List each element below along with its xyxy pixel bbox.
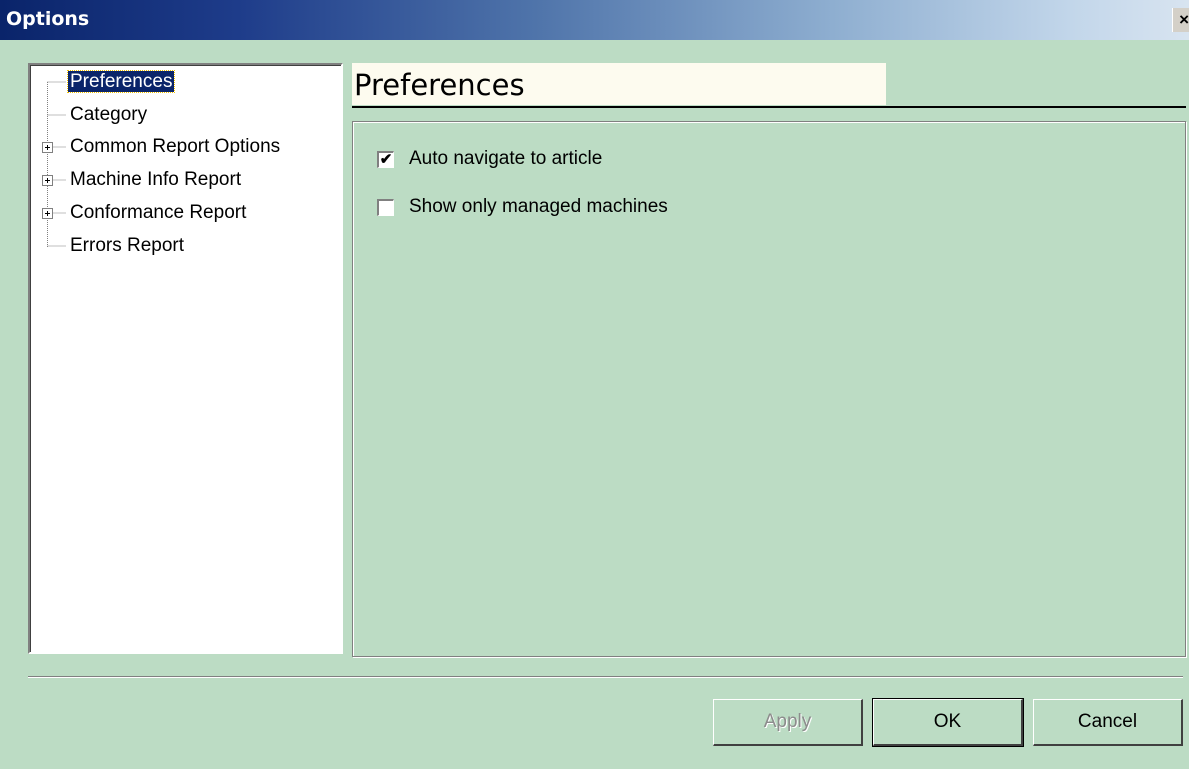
tree-item-label: Category <box>70 104 148 125</box>
title-bar[interactable]: Options × <box>0 0 1189 40</box>
tree-connector-lines <box>47 81 66 248</box>
expand-plus-icon[interactable] <box>42 175 53 186</box>
tree-item-label: Common Report Options <box>70 136 281 157</box>
tree-item-label: Conformance Report <box>70 202 247 223</box>
tree-item-conformance-report[interactable]: Conformance Report <box>70 201 246 225</box>
options-tree[interactable]: Preferences Category Common Report Optio… <box>28 63 343 654</box>
preferences-panel: ✔ Auto navigate to article Show only man… <box>352 121 1186 657</box>
tree-item-label: Preferences <box>66 70 176 93</box>
ok-button[interactable]: OK <box>872 698 1024 747</box>
options-dialog: Options × Preferences Category Common Re… <box>0 0 1189 769</box>
auto-navigate-checkbox[interactable]: ✔ <box>377 150 394 168</box>
header-divider <box>352 106 1186 108</box>
apply-button[interactable]: Apply <box>713 699 863 746</box>
close-icon: × <box>1179 10 1189 29</box>
window-title: Options <box>6 8 90 30</box>
panel-title: Preferences <box>354 68 525 102</box>
managed-machines-option[interactable]: Show only managed machines <box>377 196 668 218</box>
close-button[interactable]: × <box>1172 8 1189 32</box>
checkmark-icon: ✔ <box>379 151 393 168</box>
tree-item-preferences[interactable]: Preferences <box>66 70 176 94</box>
auto-navigate-option[interactable]: ✔ Auto navigate to article <box>377 148 602 170</box>
tree-item-common-report-options[interactable]: Common Report Options <box>70 135 280 159</box>
managed-machines-checkbox[interactable] <box>377 198 394 216</box>
tree-item-label: Machine Info Report <box>70 169 242 190</box>
tree-item-category[interactable]: Category <box>70 103 147 127</box>
tree-item-machine-info-report[interactable]: Machine Info Report <box>70 168 241 192</box>
tree-item-label: Errors Report <box>70 235 185 256</box>
managed-machines-label: Show only managed machines <box>409 196 668 217</box>
footer-separator <box>28 676 1183 678</box>
panel-header: Preferences <box>352 63 886 105</box>
tree-item-errors-report[interactable]: Errors Report <box>70 234 184 258</box>
cancel-button[interactable]: Cancel <box>1033 699 1183 746</box>
expand-plus-icon[interactable] <box>42 208 53 219</box>
expand-plus-icon[interactable] <box>42 142 53 153</box>
auto-navigate-label: Auto navigate to article <box>409 148 603 169</box>
